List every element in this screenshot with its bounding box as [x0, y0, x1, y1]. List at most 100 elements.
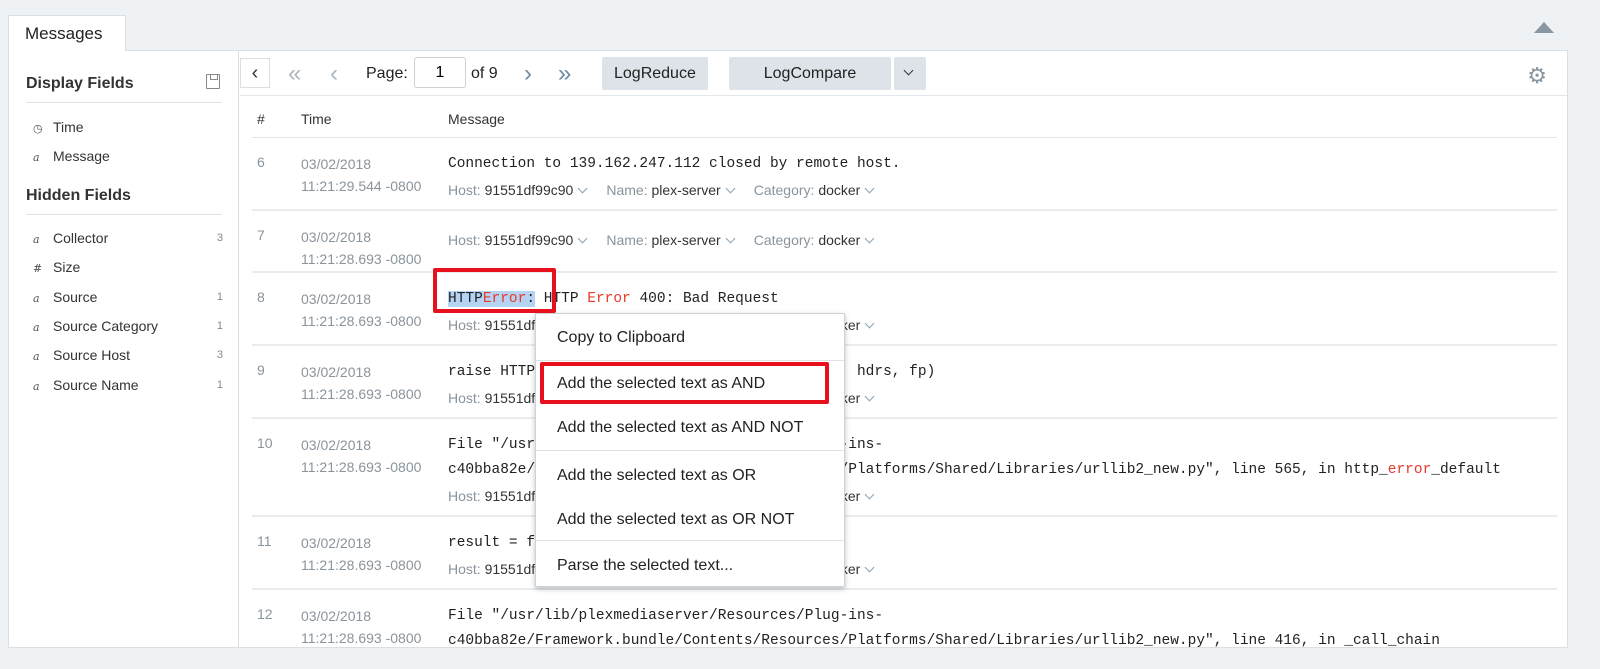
row-message[interactable]: HTTPError: HTTP Error 400: Bad Request — [448, 287, 1557, 312]
display-field-time[interactable]: ◷ Time — [33, 117, 223, 137]
category-value[interactable]: docker — [818, 232, 860, 248]
name-value[interactable]: plex-server — [651, 182, 720, 198]
row-time: 03/02/2018 11:21:28.693 -0800 — [301, 226, 421, 270]
error-keyword: error — [1387, 462, 1432, 478]
field-label: Source Host — [53, 347, 131, 364]
chevron-down-icon[interactable] — [577, 233, 588, 244]
chevron-down-icon[interactable] — [864, 318, 875, 329]
row-timestamp: 11:21:29.544 -0800 — [301, 178, 422, 194]
hidden-field-source-category[interactable]: a Source Category 1 — [33, 316, 223, 336]
chevron-down-icon — [903, 65, 914, 76]
chevron-down-icon[interactable] — [864, 233, 875, 244]
menu-item-add-the-selected-text-as-or[interactable]: Add the selected text as OR — [536, 454, 844, 498]
row-number: 10 — [257, 435, 273, 451]
row-timestamp: 11:21:28.693 -0800 — [301, 459, 422, 475]
page-number-input[interactable] — [414, 57, 466, 88]
row-number: 7 — [257, 227, 265, 243]
logcompare-dropdown[interactable] — [894, 57, 926, 90]
clock-icon: ◷ — [33, 122, 43, 135]
host-label: Host: — [448, 390, 481, 406]
first-page-icon[interactable]: « — [288, 57, 301, 90]
column-header-num: # — [257, 111, 265, 127]
field-label: Collector — [53, 230, 109, 246]
chevron-down-icon[interactable] — [577, 183, 588, 194]
row-timestamp: 11:21:28.693 -0800 — [301, 386, 422, 402]
host-label: Host: — [448, 182, 481, 198]
message-text: _default — [1431, 462, 1501, 478]
host-label: Host: — [448, 317, 481, 333]
menu-divider — [536, 360, 844, 361]
prev-page-icon[interactable]: ‹ — [330, 57, 338, 90]
collapse-sidebar-button[interactable]: ‹ — [240, 58, 270, 88]
collapse-panel-icon[interactable] — [1534, 22, 1554, 33]
row-time: 03/02/2018 11:21:28.693 -0800 — [301, 288, 421, 332]
field-count: 1 — [216, 378, 223, 391]
display-fields-heading: Display Fields — [26, 75, 134, 92]
next-page-icon[interactable]: › — [524, 57, 532, 90]
column-header-message[interactable]: Message — [448, 111, 505, 127]
menu-item-add-the-selected-text-as-or-not[interactable]: Add the selected text as OR NOT — [536, 498, 844, 542]
text-type-icon: a — [33, 291, 40, 305]
display-field-message[interactable]: a Message — [33, 146, 223, 166]
field-count: 3 — [216, 232, 223, 244]
row-date: 03/02/2018 — [301, 229, 372, 245]
chevron-down-icon[interactable] — [864, 183, 875, 194]
menu-item-copy-to-clipboard[interactable]: Copy to Clipboard — [536, 316, 844, 360]
row-number: 11 — [257, 533, 272, 549]
menu-item-add-the-selected-text-as-and-not[interactable]: Add the selected text as AND NOT — [536, 406, 844, 450]
chevron-down-icon[interactable] — [864, 562, 875, 573]
menu-item-highlight-box — [540, 362, 829, 404]
field-label: Time — [53, 119, 84, 135]
message-list: 6 03/02/2018 11:21:29.544 -0800 Connection … — [252, 138, 1557, 647]
row-number: 8 — [257, 289, 265, 305]
hidden-field-collector[interactable]: a Collector 3 — [33, 228, 223, 248]
row-message[interactable]: File "/usr/lib/plexmediaserver/Resources… — [448, 604, 1557, 647]
text-type-icon: a — [33, 233, 40, 246]
category-value[interactable]: docker — [818, 182, 860, 198]
save-icon[interactable] — [206, 74, 220, 89]
text-type-icon: a — [33, 379, 40, 393]
row-date: 03/02/2018 — [301, 608, 372, 624]
menu-item-parse-the-selected-text[interactable]: Parse the selected text... — [536, 544, 844, 588]
chevron-down-icon[interactable] — [725, 233, 736, 244]
name-label: Name: — [606, 182, 648, 198]
row-message[interactable]: Connection to 139.162.247.112 closed by … — [448, 152, 1557, 177]
field-count: 1 — [216, 319, 223, 332]
row-date: 03/02/2018 — [301, 291, 372, 307]
row-date: 03/02/2018 — [301, 364, 372, 380]
hidden-field-source-host[interactable]: a Source Host 3 — [33, 345, 223, 365]
row-timestamp: 11:21:28.693 -0800 — [301, 630, 422, 646]
logreduce-button[interactable]: LogReduce — [602, 57, 708, 90]
toolbar: ‹ « ‹ Page: of 9 › » LogReduce LogCompar… — [240, 51, 1567, 96]
host-label: Host: — [448, 488, 481, 504]
name-value[interactable]: plex-server — [651, 232, 720, 248]
category-label: Category: — [753, 232, 815, 248]
hidden-field-source[interactable]: a Source 1 — [33, 287, 223, 307]
gear-icon[interactable]: ⚙ — [1527, 63, 1547, 89]
host-value[interactable]: 91551df99c90 — [485, 232, 574, 248]
column-header-time[interactable]: Time — [301, 111, 332, 127]
text-type-icon: a — [33, 320, 40, 334]
row-date: 03/02/2018 — [301, 535, 372, 551]
host-value[interactable]: 91551df99c90 — [485, 182, 574, 198]
hidden-field-source-name[interactable]: a Source Name 1 — [33, 375, 223, 395]
chevron-down-icon[interactable] — [864, 489, 875, 500]
row-date: 03/02/2018 — [301, 156, 372, 172]
selection-highlight-box — [433, 268, 556, 313]
divider — [26, 102, 222, 103]
context-menu: Copy to Clipboard Add the selected text a… — [535, 313, 845, 587]
row-fields: Host: 91551df99c90 Name: plex-server Categ… — [448, 229, 1557, 251]
last-page-icon[interactable]: » — [558, 57, 571, 90]
row-time: 03/02/2018 11:21:28.693 -0800 — [301, 434, 421, 478]
text-type-icon: a — [33, 350, 40, 364]
tab-messages[interactable]: Messages — [8, 15, 126, 51]
chevron-down-icon[interactable] — [864, 391, 875, 402]
table-row: 1103/02/201811:21:28.693 -0800result = f… — [252, 517, 1557, 590]
messages-main: ‹ « ‹ Page: of 9 › » LogReduce LogCompar… — [240, 51, 1567, 647]
hidden-field-size[interactable]: # Size — [33, 257, 223, 277]
chevron-down-icon[interactable] — [725, 183, 736, 194]
logcompare-button[interactable]: LogCompare — [729, 57, 891, 90]
field-label: Source — [53, 288, 98, 305]
row-fields: Host: 91551df99c90 Name: plex-server Categ… — [448, 179, 1557, 201]
divider — [26, 214, 222, 215]
